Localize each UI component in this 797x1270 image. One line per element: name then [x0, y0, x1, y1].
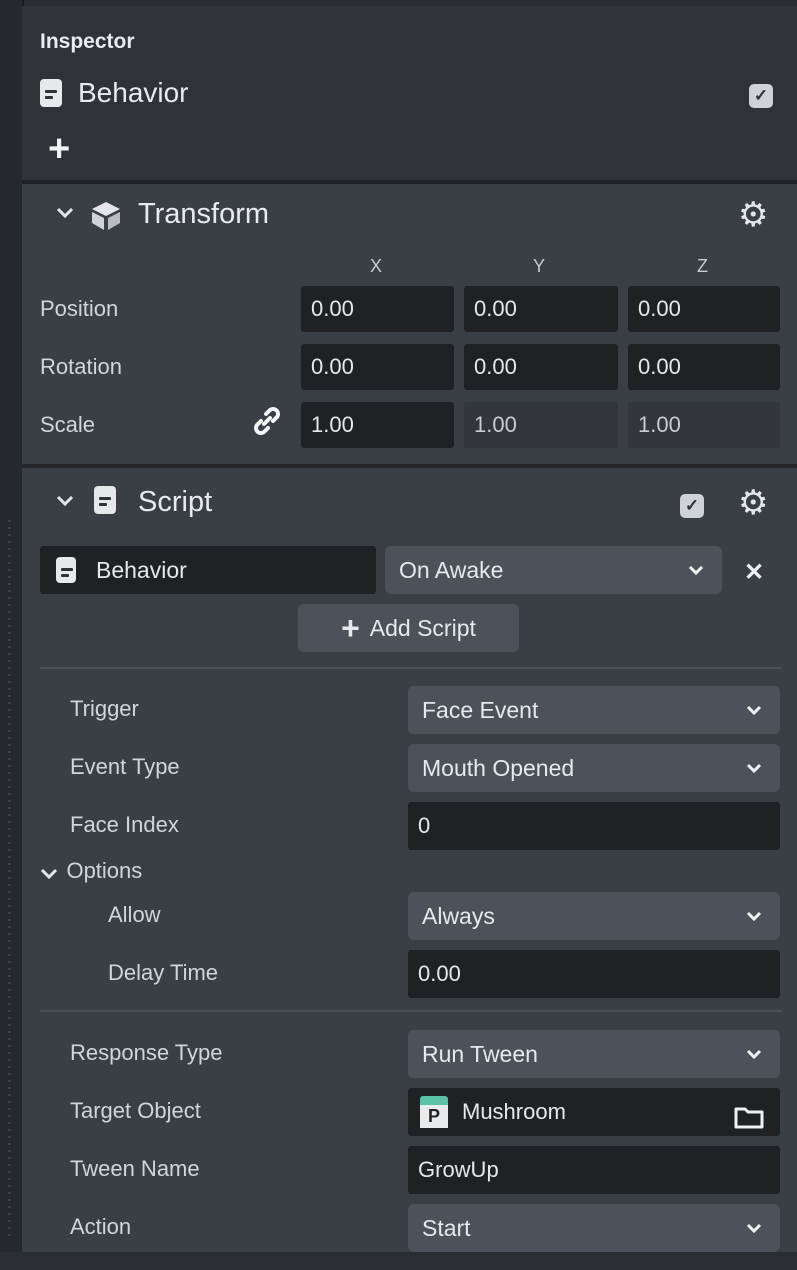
event-dropdown[interactable]: On Awake	[385, 546, 722, 594]
script-file-icon	[94, 486, 116, 514]
face-index-label: Face Index	[70, 812, 179, 837]
options-label: Options	[66, 858, 143, 883]
response-type-value: Run Tween	[422, 1041, 538, 1067]
position-x-field[interactable]: 0.00	[301, 286, 454, 332]
scale-z-field[interactable]: 1.00	[628, 402, 780, 448]
script-file-icon	[40, 79, 62, 107]
script-header[interactable]: Script ✓ ⚙	[22, 472, 797, 532]
trigger-label: Trigger	[70, 696, 139, 721]
chevron-down-icon	[688, 546, 704, 612]
transform-title: Transform	[138, 198, 270, 230]
scale-label: Scale	[40, 412, 96, 437]
allow-value: Always	[422, 903, 495, 929]
scale-y-field[interactable]: 1.00	[464, 402, 618, 448]
divider	[40, 667, 782, 669]
action-label: Action	[70, 1214, 132, 1239]
chevron-down-icon	[746, 1204, 762, 1270]
tween-name-label: Tween Name	[70, 1156, 200, 1181]
position-y-field[interactable]: 0.00	[464, 286, 618, 332]
inspector-panel: Inspector Behavior ✓ + Transform ⚙ X Y Z…	[22, 6, 797, 1252]
rotation-x-field[interactable]: 0.00	[301, 344, 454, 390]
rotation-y-field[interactable]: 0.00	[464, 344, 618, 390]
chevron-down-icon[interactable]	[56, 492, 74, 513]
script-file-icon	[56, 557, 76, 583]
rotation-label: Rotation	[40, 354, 122, 379]
event-type-dropdown[interactable]: Mouth Opened	[408, 744, 780, 792]
face-index-input[interactable]: 0	[408, 802, 780, 850]
behavior-script-asset[interactable]: Behavior	[40, 546, 376, 594]
chevron-down-icon	[746, 1030, 762, 1096]
prefab-icon: P	[420, 1096, 448, 1128]
remove-script-close-icon[interactable]: ✕	[744, 558, 764, 587]
transform-header[interactable]: Transform ⚙	[22, 186, 797, 246]
transform-settings-gear-icon[interactable]: ⚙	[738, 198, 768, 232]
chevron-down-icon	[746, 892, 762, 958]
script-enabled-checkbox[interactable]: ✓	[680, 494, 704, 518]
chevron-down-icon	[746, 744, 762, 810]
response-type-label: Response Type	[70, 1040, 223, 1065]
panel-title: Inspector	[40, 30, 135, 53]
add-script-label: Add Script	[369, 614, 476, 641]
event-type-value: Mouth Opened	[422, 755, 575, 781]
delay-time-input[interactable]: 0.00	[408, 950, 780, 998]
options-toggle[interactable]: Options	[40, 858, 142, 884]
object-row: Behavior	[40, 76, 189, 110]
allow-dropdown[interactable]: Always	[408, 892, 780, 940]
script-settings-gear-icon[interactable]: ⚙	[738, 486, 768, 520]
trigger-dropdown[interactable]: Face Event	[408, 686, 780, 734]
add-component-button[interactable]: +	[48, 130, 70, 168]
axis-y-label: Y	[533, 256, 546, 276]
section-divider	[22, 464, 797, 468]
position-label: Position	[40, 296, 119, 321]
chevron-down-icon	[746, 686, 762, 752]
target-object-label: Target Object	[70, 1098, 201, 1123]
left-strip	[0, 0, 24, 1252]
position-z-field[interactable]: 0.00	[628, 286, 780, 332]
divider	[40, 1010, 782, 1012]
axis-z-label: Z	[697, 256, 708, 276]
add-script-button[interactable]: + Add Script	[298, 604, 519, 652]
inspector-header: Inspector Behavior ✓ +	[22, 6, 797, 184]
scale-x-field[interactable]: 1.00	[301, 402, 454, 448]
link-scale-icon[interactable]	[250, 404, 284, 443]
chevron-down-icon[interactable]	[56, 204, 74, 225]
event-value: On Awake	[399, 557, 504, 583]
response-type-dropdown[interactable]: Run Tween	[408, 1030, 780, 1078]
plus-icon: +	[341, 610, 360, 646]
event-type-label: Event Type	[70, 754, 180, 779]
object-name: Behavior	[78, 77, 189, 108]
delay-time-label: Delay Time	[108, 960, 219, 985]
allow-label: Allow	[108, 902, 161, 927]
target-object-value: Mushroom	[462, 1099, 566, 1124]
transform-cube-icon	[88, 200, 124, 237]
object-enabled-checkbox[interactable]: ✓	[749, 84, 773, 108]
trigger-value: Face Event	[422, 697, 539, 723]
folder-icon[interactable]	[734, 1098, 764, 1129]
script-title: Script	[138, 486, 213, 518]
rotation-z-field[interactable]: 0.00	[628, 344, 780, 390]
target-object-field[interactable]: P Mushroom	[408, 1088, 780, 1136]
axis-x-label: X	[370, 256, 383, 276]
action-value: Start	[422, 1215, 471, 1241]
behavior-script-name: Behavior	[96, 556, 187, 583]
action-dropdown[interactable]: Start	[408, 1204, 780, 1252]
tween-name-input[interactable]: GrowUp	[408, 1146, 780, 1194]
ruler-ticks	[8, 520, 11, 1240]
